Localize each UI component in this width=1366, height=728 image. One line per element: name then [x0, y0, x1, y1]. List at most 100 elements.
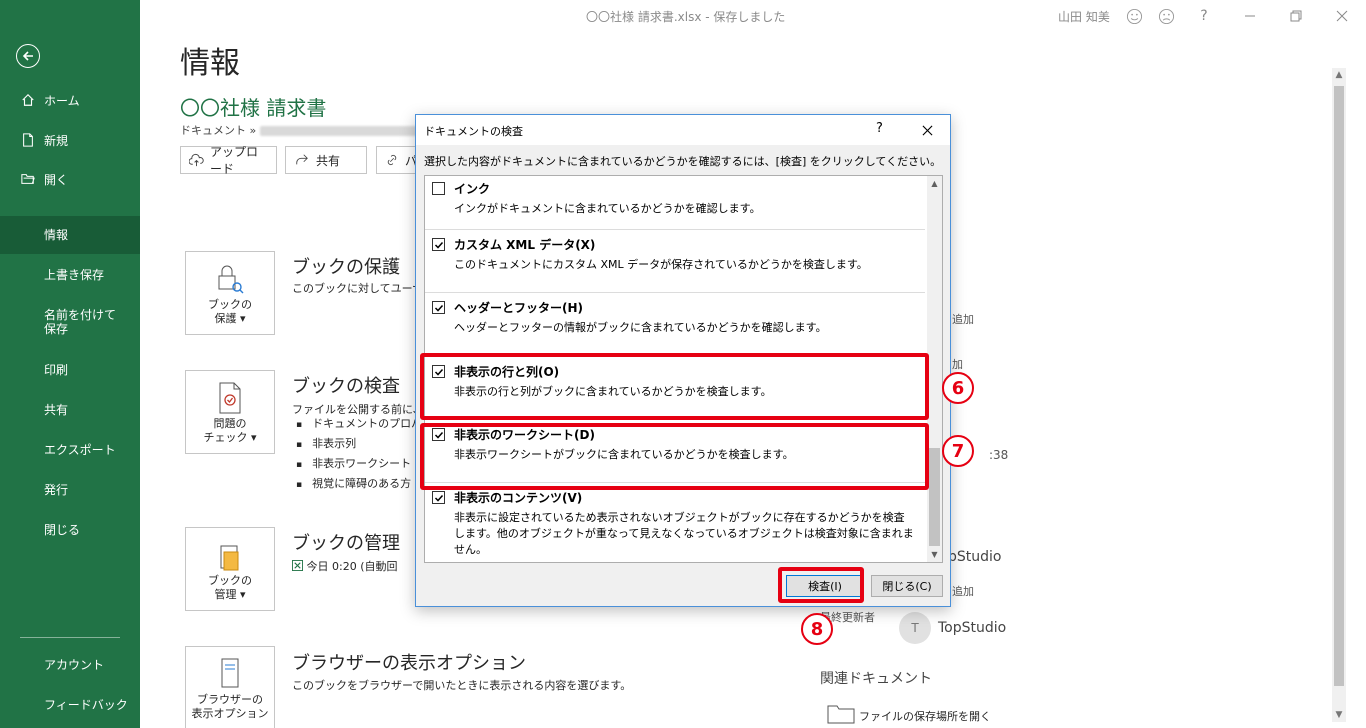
browser-link-button[interactable]: パ [376, 146, 417, 174]
inspect-bullet-list: ドキュメントのプロパテ 非表示列 非表示ワークシート 視覚に障碍のある方 [296, 414, 433, 494]
step-badge-7: 7 [942, 435, 974, 467]
section-desc-browser: このブックをブラウザーで開いたときに表示される内容を選びます。 [292, 679, 632, 692]
autosave-version[interactable]: 今日 0:20 (自動回 [307, 560, 398, 573]
item-name: インク [454, 182, 491, 196]
close-dialog-button[interactable]: 閉じる(C) [871, 575, 943, 597]
header-footer-checkbox[interactable] [432, 301, 445, 314]
manage-workbook-button[interactable]: ブックの 管理 ▾ [185, 527, 275, 611]
sidebar-item-save-as[interactable]: 名前を付けて保存 [0, 300, 140, 344]
item-name: ヘッダーとフッター(H) [454, 301, 584, 315]
dialog-title: ドキュメントの検査 [424, 125, 523, 138]
document-path: ドキュメント » [180, 122, 441, 138]
dialog-help-icon[interactable]: ? [876, 121, 883, 136]
scroll-thumb[interactable] [929, 448, 940, 546]
ink-checkbox[interactable] [432, 182, 445, 195]
sidebar-item-feedback[interactable]: フィードバック [0, 686, 140, 724]
highlight-hidden-worksheets [420, 423, 929, 490]
back-arrow-icon[interactable] [16, 44, 40, 68]
share-button[interactable]: 共有 [285, 146, 367, 174]
item-desc: インクがドキュメントに含まれているかどうかを確認します。 [454, 202, 761, 215]
close-window-icon[interactable] [1332, 6, 1352, 26]
sidebar-item-export[interactable]: エクスポート [0, 431, 140, 469]
item-name: カスタム XML データ(X) [454, 238, 596, 252]
hidden-contents-checkbox[interactable] [432, 491, 445, 504]
sidebar-item-label: 新規 [44, 133, 69, 148]
inspect-item-ink: インク インクがドキュメントに含まれているかどうかを確認します。 [425, 176, 925, 230]
avatar: T [899, 612, 931, 644]
last-modified-author: TopStudio [938, 620, 1007, 636]
properties-fragment: 追加 [952, 313, 974, 326]
frown-feedback-icon[interactable] [1156, 6, 1176, 26]
sidebar-item-publish[interactable]: 発行 [0, 471, 140, 509]
scroll-down-icon[interactable]: ▼ [927, 547, 942, 562]
title-bar: 〇〇社様 請求書.xlsx - 保存しました 山田 知美 ? [140, 0, 1366, 32]
help-icon[interactable]: ? [1194, 6, 1214, 26]
inspect-item-custom-xml: カスタム XML データ(X) このドキュメントにカスタム XML データが保存… [425, 230, 925, 293]
smile-feedback-icon[interactable] [1124, 6, 1144, 26]
minimize-icon[interactable] [1240, 6, 1260, 26]
share-icon [294, 152, 310, 168]
manage-workbook-icon [220, 545, 239, 571]
sidebar-item-account[interactable]: アカウント [0, 646, 140, 684]
sidebar-item-info[interactable]: 情報 [0, 216, 140, 254]
item-desc: 非表示に設定されているため表示されないオブジェクトがブックに存在するかどうかを検… [454, 511, 914, 556]
sidebar-item-label: ホーム [44, 93, 80, 108]
card-label: 問題の [213, 417, 247, 430]
browser-document-icon [221, 658, 239, 688]
check-for-issues-button[interactable]: 問題の チェック ▾ [185, 370, 275, 454]
backstage-scrollbar[interactable]: ▲ ▼ [1332, 68, 1346, 722]
card-label: ブックの [208, 298, 252, 311]
link-icon [385, 152, 399, 168]
card-label: ブラウザーの [197, 693, 263, 706]
properties-fragment: 加 [952, 358, 963, 371]
sidebar-item-close[interactable]: 閉じる [0, 511, 140, 549]
section-title-browser: ブラウザーの表示オプション [292, 653, 526, 674]
blurred-path [260, 126, 441, 136]
sidebar-item-label: フィードバック [44, 698, 128, 712]
sidebar-item-share[interactable]: 共有 [0, 391, 140, 429]
dialog-close-icon[interactable] [916, 119, 938, 141]
sidebar-item-label: エクスポート [44, 443, 116, 457]
sidebar-item-label: 閉じる [44, 523, 81, 537]
sidebar-item-save[interactable]: 上書き保存 [0, 256, 140, 294]
sidebar-item-new[interactable]: 新規 [0, 122, 140, 158]
sidebar-item-label: アカウント [44, 658, 105, 672]
sidebar-item-home[interactable]: ホーム [0, 82, 140, 118]
section-title-inspect: ブックの検査 [292, 376, 400, 397]
item-name: 非表示のコンテンツ(V) [454, 491, 583, 505]
highlight-hidden-rows-columns [420, 353, 929, 420]
highlight-inspect-button [778, 567, 864, 603]
sidebar-item-label: 共有 [44, 403, 69, 417]
item-desc: ヘッダーとフッターの情報がブックに含まれているかどうかを確認します。 [454, 321, 827, 334]
scroll-thumb[interactable] [1334, 86, 1344, 686]
list-item: 非表示列 [296, 434, 433, 454]
sidebar-item-label: 情報 [44, 228, 69, 242]
sidebar-item-label: 名前を付けて保存 [44, 308, 117, 336]
lock-search-icon [218, 265, 244, 294]
folder-icon [827, 705, 855, 724]
user-name[interactable]: 山田 知美 [1058, 8, 1110, 25]
browser-view-options-button[interactable]: ブラウザーの 表示オプション [185, 646, 275, 728]
section-title-manage: ブックの管理 [292, 533, 400, 554]
scroll-up-icon[interactable]: ▲ [1332, 68, 1346, 82]
sidebar-item-print[interactable]: 印刷 [0, 351, 140, 389]
dialog-title-bar: ドキュメントの検査 ? [416, 115, 950, 145]
list-item: 視覚に障碍のある方 [296, 474, 433, 494]
step-badge-8: 8 [801, 613, 833, 645]
window-title: 〇〇社様 請求書.xlsx - 保存しました [586, 10, 786, 24]
card-label: ブックの [208, 574, 252, 587]
inspection-list-scrollbar[interactable]: ▲ ▼ [927, 176, 942, 562]
sidebar-item-open[interactable]: 開く [0, 161, 140, 197]
cloud-upload-icon [189, 152, 204, 168]
upload-label: アップロード [210, 145, 259, 176]
custom-xml-checkbox[interactable] [432, 238, 445, 251]
protect-workbook-button[interactable]: ブックの 保護 ▾ [185, 251, 275, 335]
open-folder-icon [20, 171, 36, 187]
open-file-location-link[interactable]: ファイルの保存場所を開く [859, 708, 991, 724]
restore-icon[interactable] [1286, 6, 1306, 26]
inspect-item-header-footer: ヘッダーとフッター(H) ヘッダーとフッターの情報がブックに含まれているかどうか… [425, 293, 925, 356]
scroll-down-icon[interactable]: ▼ [1332, 708, 1346, 722]
scroll-up-icon[interactable]: ▲ [927, 176, 942, 191]
list-item: 非表示ワークシート [296, 454, 433, 474]
upload-button[interactable]: アップロード [180, 145, 277, 176]
